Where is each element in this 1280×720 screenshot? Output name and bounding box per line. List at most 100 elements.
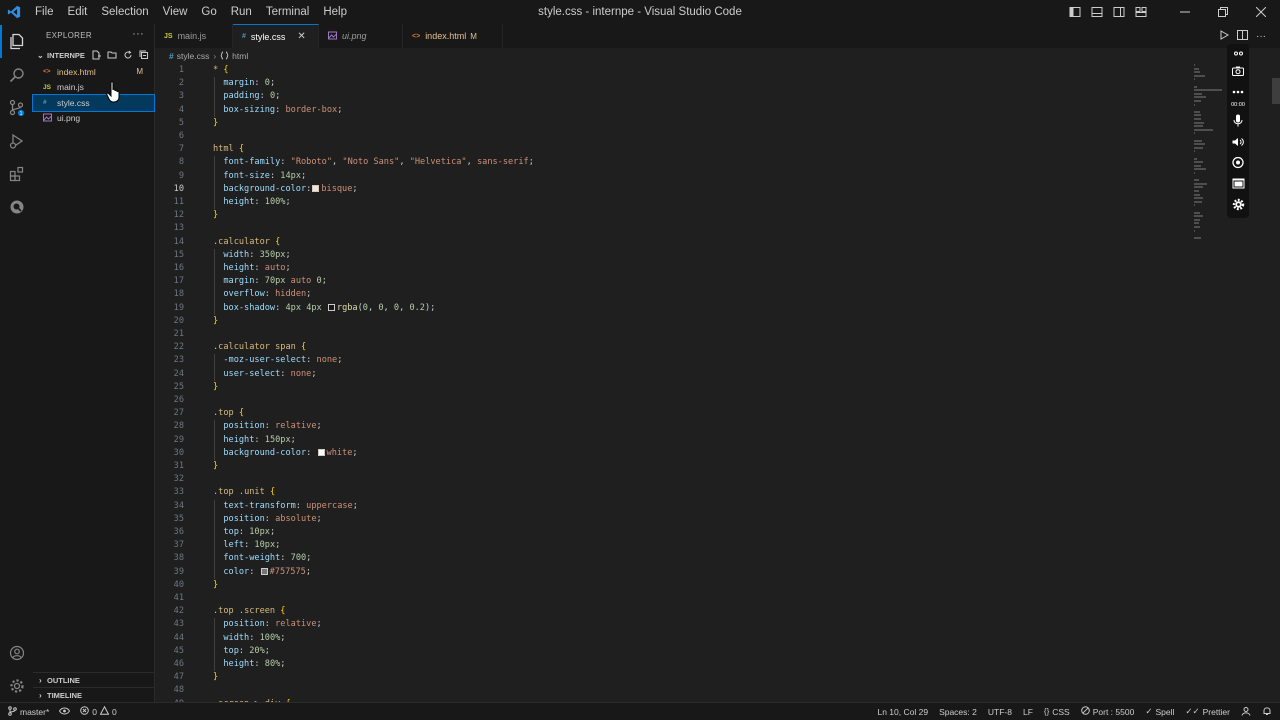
refresh-icon[interactable] bbox=[122, 49, 134, 61]
code-line[interactable]: 27 .top { bbox=[155, 407, 1195, 420]
code-editor[interactable]: 1 * {2 margin: 0; 3 padding: 0; 4 box-sizin… bbox=[155, 64, 1280, 702]
color-swatch[interactable] bbox=[317, 448, 325, 456]
code-line[interactable]: 34 text-transform: uppercase; bbox=[155, 500, 1195, 513]
notifications-bell-icon[interactable] bbox=[1262, 706, 1272, 718]
branch-indicator[interactable]: master* bbox=[8, 705, 49, 718]
file-style-css[interactable]: # style.css bbox=[32, 94, 155, 112]
line-ending[interactable]: LF bbox=[1023, 707, 1033, 717]
code-line[interactable]: 30 background-color: white; bbox=[155, 447, 1195, 460]
code-line[interactable]: 23 -moz-user-select: none; bbox=[155, 354, 1195, 367]
code-line[interactable]: 25} bbox=[155, 381, 1195, 394]
code-line[interactable]: 42 .top .screen { bbox=[155, 605, 1195, 618]
collapse-all-icon[interactable] bbox=[138, 49, 150, 61]
code-line[interactable]: 40} bbox=[155, 579, 1195, 592]
settings-gear-icon[interactable] bbox=[1227, 194, 1249, 215]
new-file-icon[interactable] bbox=[90, 49, 102, 61]
live-server-port[interactable]: Port : 5500 bbox=[1080, 706, 1134, 717]
code-line[interactable]: 5} bbox=[155, 117, 1195, 130]
code-line[interactable]: 16 height: auto; bbox=[155, 262, 1195, 275]
code-line[interactable]: 39 color: #757575; bbox=[155, 566, 1195, 579]
code-line[interactable]: 17 margin: 70px auto 0; bbox=[155, 275, 1195, 288]
search-icon[interactable] bbox=[0, 58, 33, 91]
code-line[interactable]: 22 .calculator span { bbox=[155, 341, 1195, 354]
new-folder-icon[interactable] bbox=[106, 49, 118, 61]
extensions-icon[interactable] bbox=[0, 157, 33, 190]
prettier-status[interactable]: ✓✓ Prettier bbox=[1185, 706, 1230, 717]
tab-index-html[interactable]: <> index.html M bbox=[403, 24, 503, 48]
vertical-scrollbar[interactable] bbox=[1272, 78, 1280, 104]
code-line[interactable]: 35 position: absolute; bbox=[155, 513, 1195, 526]
screen-select-icon[interactable] bbox=[1227, 173, 1249, 194]
drag-handle-icon[interactable] bbox=[1227, 46, 1249, 60]
code-line[interactable]: 31} bbox=[155, 460, 1195, 473]
code-line[interactable]: 28 position: relative; bbox=[155, 420, 1195, 433]
toggle-panel-icon[interactable] bbox=[1086, 0, 1108, 24]
tab-style-css[interactable]: # style.css ✕ bbox=[233, 24, 319, 48]
menu-view[interactable]: View bbox=[156, 6, 195, 18]
code-line[interactable]: 45 top: 20%; bbox=[155, 645, 1195, 658]
code-line[interactable]: 10 background-color: bisque; bbox=[155, 183, 1195, 196]
spell-check[interactable]: ✓ Spell bbox=[1145, 706, 1174, 717]
menu-help[interactable]: Help bbox=[316, 6, 354, 18]
color-swatch[interactable] bbox=[327, 303, 335, 311]
code-line[interactable]: 44 width: 100%; bbox=[155, 632, 1195, 645]
code-line[interactable]: 7 html { bbox=[155, 143, 1195, 156]
code-line[interactable]: 37 left: 10px; bbox=[155, 539, 1195, 552]
code-line[interactable]: 36 top: 10px; bbox=[155, 526, 1195, 539]
code-line[interactable]: 9 font-size: 14px; bbox=[155, 170, 1195, 183]
tab-ui-png[interactable]: ui.png bbox=[319, 24, 403, 48]
code-line[interactable]: 46 height: 80%; bbox=[155, 658, 1195, 671]
remote-explorer-icon[interactable] bbox=[0, 190, 33, 223]
breadcrumb-file[interactable]: style.css bbox=[177, 51, 210, 61]
code-line[interactable]: 47} bbox=[155, 671, 1195, 684]
code-line[interactable]: 3 padding: 0; bbox=[155, 90, 1195, 103]
code-line[interactable]: 41 bbox=[155, 592, 1195, 605]
code-line[interactable]: 2 margin: 0; bbox=[155, 77, 1195, 90]
accounts-icon[interactable] bbox=[1241, 706, 1251, 718]
menu-go[interactable]: Go bbox=[194, 6, 223, 18]
encoding[interactable]: UTF-8 bbox=[988, 707, 1012, 717]
menu-file[interactable]: File bbox=[28, 6, 61, 18]
close-tab-icon[interactable]: ✕ bbox=[297, 31, 305, 42]
folder-header[interactable]: ⌄ INTERNPE bbox=[33, 46, 154, 64]
language-mode[interactable]: {} CSS bbox=[1044, 707, 1070, 717]
code-line[interactable]: 20} bbox=[155, 315, 1195, 328]
close-icon[interactable] bbox=[1242, 0, 1280, 24]
minimap[interactable] bbox=[1194, 64, 1224, 264]
file-main-js[interactable]: JS main.js bbox=[33, 80, 154, 96]
code-line[interactable]: 8 font-family: "Roboto", "Noto Sans", "H… bbox=[155, 156, 1195, 169]
code-line[interactable]: 11 height: 100%; bbox=[155, 196, 1195, 209]
speaker-icon[interactable] bbox=[1227, 131, 1249, 152]
camera-icon[interactable] bbox=[1227, 60, 1249, 81]
run-file-icon[interactable] bbox=[1219, 29, 1230, 43]
problems-indicator[interactable]: 0 0 bbox=[80, 705, 117, 717]
menu-run[interactable]: Run bbox=[224, 6, 259, 18]
code-line[interactable]: 14 .calculator { bbox=[155, 236, 1195, 249]
code-line[interactable]: 12} bbox=[155, 209, 1195, 222]
more-actions-icon[interactable]: ··· bbox=[1256, 31, 1266, 42]
sync-preview-icon[interactable] bbox=[59, 707, 71, 717]
code-line[interactable]: 29 height: 150px; bbox=[155, 434, 1195, 447]
toggle-secondary-sidebar-icon[interactable] bbox=[1108, 0, 1130, 24]
explorer-icon[interactable] bbox=[0, 25, 33, 58]
webcam-icon[interactable] bbox=[1227, 152, 1249, 173]
source-control-icon[interactable]: 1 bbox=[0, 91, 33, 124]
microphone-icon[interactable] bbox=[1227, 110, 1249, 131]
code-line[interactable]: 43 position: relative; bbox=[155, 618, 1195, 631]
outline-section[interactable]: › OUTLINE bbox=[33, 672, 155, 687]
more-options-icon[interactable] bbox=[1227, 81, 1249, 102]
timeline-section[interactable]: › TIMELINE bbox=[33, 687, 155, 702]
accounts-icon[interactable] bbox=[0, 636, 33, 669]
manage-gear-icon[interactable] bbox=[0, 669, 33, 702]
code-line[interactable]: 4 box-sizing: border-box; bbox=[155, 104, 1195, 117]
indentation[interactable]: Spaces: 2 bbox=[939, 707, 977, 717]
code-line[interactable]: 24 user-select: none; bbox=[155, 368, 1195, 381]
color-swatch[interactable] bbox=[260, 567, 268, 575]
code-line[interactable]: 15 width: 350px; bbox=[155, 249, 1195, 262]
restore-icon[interactable] bbox=[1204, 0, 1242, 24]
code-line[interactable]: 19 box-shadow: 4px 4px rgba(0, 0, 0, 0.2… bbox=[155, 302, 1195, 315]
code-line[interactable]: 48 bbox=[155, 684, 1195, 697]
code-line[interactable]: 13 bbox=[155, 222, 1195, 235]
code-line[interactable]: 38 font-weight: 700; bbox=[155, 552, 1195, 565]
toggle-primary-sidebar-icon[interactable] bbox=[1064, 0, 1086, 24]
